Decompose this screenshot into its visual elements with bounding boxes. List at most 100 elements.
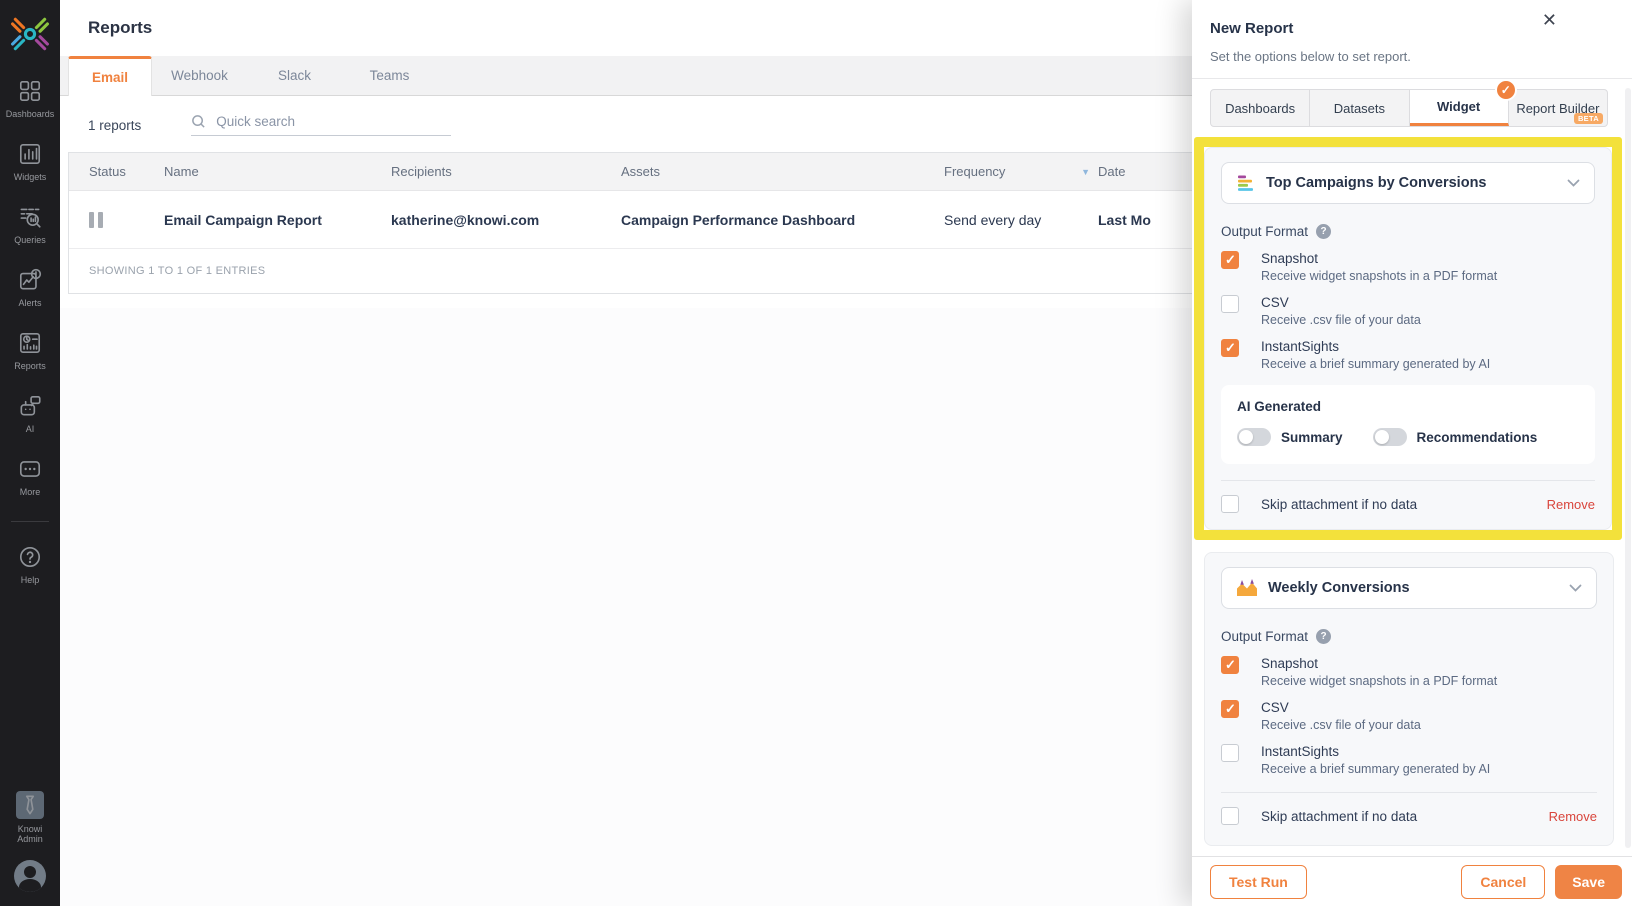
alerts-icon: [17, 267, 43, 293]
sidebar-item-help[interactable]: Help: [17, 544, 43, 585]
sidebar-item-label: Reports: [14, 361, 46, 371]
queries-icon: [17, 204, 43, 230]
summary-toggle[interactable]: [1237, 428, 1271, 446]
reports-icon: [17, 330, 43, 356]
remove-widget-link[interactable]: Remove: [1547, 497, 1595, 512]
toggle-label: Recommendations: [1417, 430, 1538, 445]
report-frequency: Send every day: [944, 212, 1098, 228]
help-circle-icon[interactable]: ?: [1316, 224, 1331, 239]
page-title: Reports: [88, 18, 152, 38]
sidebar-item-ai[interactable]: AI: [17, 393, 43, 434]
save-button[interactable]: Save: [1555, 865, 1622, 899]
option-csv: CSV Receive .csv file of your data: [1221, 700, 1597, 732]
report-recipients: katherine@knowi.com: [391, 212, 621, 228]
sidebar-item-queries[interactable]: Queries: [14, 204, 46, 245]
tab-label: Slack: [278, 68, 311, 83]
sort-icon[interactable]: ▼: [1081, 167, 1090, 177]
col-name[interactable]: Name: [164, 164, 391, 179]
output-format-label: Output Format: [1221, 224, 1308, 239]
col-assets[interactable]: Assets: [621, 164, 944, 179]
widget-select-1[interactable]: Top Campaigns by Conversions: [1221, 162, 1595, 204]
search-input[interactable]: [216, 114, 436, 129]
panel-tab-datasets[interactable]: Datasets: [1310, 90, 1409, 126]
panel-tab-dashboards[interactable]: Dashboards: [1211, 90, 1310, 126]
panel-divider: [1192, 78, 1632, 79]
tab-slack[interactable]: Slack: [247, 56, 342, 95]
more-icon: [17, 456, 43, 482]
skip-attachment-label: Skip attachment if no data: [1261, 497, 1417, 512]
col-recipients[interactable]: Recipients: [391, 164, 621, 179]
skip-attachment-checkbox[interactable]: [1221, 807, 1239, 825]
sidebar-item-dashboards[interactable]: Dashboards: [6, 78, 55, 119]
option-label: Snapshot: [1261, 656, 1497, 671]
area-chart-icon: [1236, 579, 1258, 597]
sidebar-item-label: AI: [26, 424, 35, 434]
skip-attachment-checkbox[interactable]: [1221, 495, 1239, 513]
col-status[interactable]: Status: [69, 164, 164, 179]
sidebar-item-label: Dashboards: [6, 109, 55, 119]
summary-toggle-item: Summary: [1237, 428, 1343, 446]
option-desc: Receive a brief summary generated by AI: [1261, 762, 1490, 776]
test-run-button[interactable]: Test Run: [1210, 865, 1307, 899]
sidebar-item-more[interactable]: More: [17, 456, 43, 497]
sidebar: Dashboards Widgets Queries Alerts Report…: [0, 0, 60, 906]
recommendations-toggle[interactable]: [1373, 428, 1407, 446]
col-frequency[interactable]: Frequency ▼: [944, 164, 1098, 179]
option-label: InstantSights: [1261, 339, 1490, 354]
widget-select-2[interactable]: Weekly Conversions: [1221, 567, 1597, 609]
widget-name: Top Campaigns by Conversions: [1266, 175, 1487, 191]
panel-footer: Test Run Cancel Save: [1192, 856, 1632, 906]
sidebar-divider: [11, 521, 49, 522]
report-name[interactable]: Email Campaign Report: [164, 212, 391, 228]
tab-webhook[interactable]: Webhook: [152, 56, 247, 95]
ai-generated-card: AI Generated Summary Recommendations: [1221, 385, 1595, 464]
widget-card-1: Top Campaigns by Conversions Output Form…: [1204, 147, 1612, 530]
option-desc: Receive widget snapshots in a PDF format: [1261, 269, 1497, 283]
sidebar-item-label: Alerts: [18, 298, 41, 308]
tab-teams[interactable]: Teams: [342, 56, 437, 95]
widget-card-2: Weekly Conversions Output Format ? Snaps…: [1204, 552, 1614, 846]
cancel-button[interactable]: Cancel: [1461, 865, 1545, 899]
tab-label: Webhook: [171, 68, 228, 83]
csv-checkbox[interactable]: [1221, 700, 1239, 718]
report-assets: Campaign Performance Dashboard: [621, 212, 944, 228]
instantsights-checkbox[interactable]: [1221, 339, 1239, 357]
option-label: CSV: [1261, 295, 1421, 310]
pause-icon[interactable]: [89, 212, 164, 228]
quick-search: [191, 114, 451, 136]
admin-tie-icon: [16, 791, 44, 819]
user-avatar[interactable]: [14, 860, 46, 892]
chevron-down-icon: [1569, 584, 1582, 592]
help-circle-icon[interactable]: ?: [1316, 629, 1331, 644]
sidebar-item-alerts[interactable]: Alerts: [17, 267, 43, 308]
panel-tab-label: Dashboards: [1225, 101, 1295, 116]
sidebar-item-label: Widgets: [14, 172, 47, 182]
sidebar-item-label: Queries: [14, 235, 46, 245]
instantsights-checkbox[interactable]: [1221, 744, 1239, 762]
remove-widget-link[interactable]: Remove: [1549, 809, 1597, 824]
horizontal-bar-chart-icon: [1236, 173, 1256, 193]
sidebar-item-reports[interactable]: Reports: [14, 330, 46, 371]
tab-email[interactable]: Email: [68, 56, 152, 96]
option-snapshot: Snapshot Receive widget snapshots in a P…: [1221, 251, 1595, 283]
panel-scrollbar[interactable]: [1625, 88, 1631, 848]
sidebar-item-knowi-admin[interactable]: Knowi Admin: [8, 791, 52, 844]
option-instantsights: InstantSights Receive a brief summary ge…: [1221, 339, 1595, 371]
csv-checkbox[interactable]: [1221, 295, 1239, 313]
snapshot-checkbox[interactable]: [1221, 656, 1239, 674]
tab-label: Email: [92, 70, 128, 85]
knowi-logo-icon: [8, 12, 52, 56]
new-report-panel: ✕ New Report Set the options below to se…: [1192, 0, 1632, 906]
reports-count: 1 reports: [88, 118, 141, 133]
panel-tab-report-builder[interactable]: Report Builder BETA: [1509, 90, 1607, 126]
recommendations-toggle-item: Recommendations: [1373, 428, 1538, 446]
sidebar-item-widgets[interactable]: Widgets: [14, 141, 47, 182]
panel-tab-widget[interactable]: Widget ✓: [1410, 90, 1509, 126]
beta-badge: BETA: [1574, 113, 1603, 124]
snapshot-checkbox[interactable]: [1221, 251, 1239, 269]
skip-attachment-label: Skip attachment if no data: [1261, 809, 1417, 824]
toggle-label: Summary: [1281, 430, 1343, 445]
ai-generated-title: AI Generated: [1237, 399, 1579, 414]
sidebar-item-label: Help: [21, 575, 40, 585]
close-icon[interactable]: ✕: [1542, 10, 1557, 31]
